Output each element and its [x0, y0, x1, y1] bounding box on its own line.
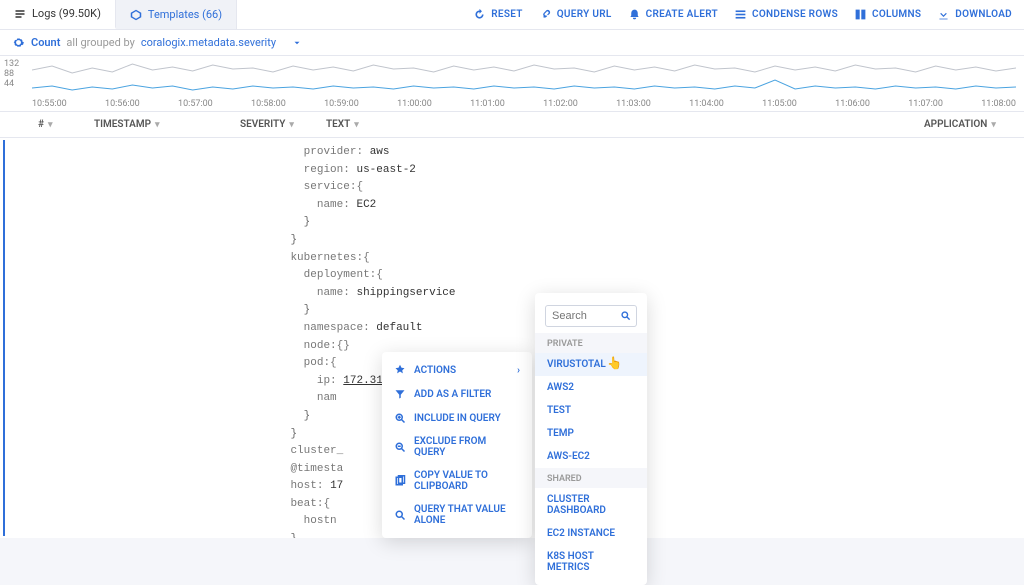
group-bar: Count all grouped by coralogix.metadata.… — [0, 30, 1024, 56]
ctx-copy[interactable]: COPY VALUE TO CLIPBOARD — [382, 464, 532, 498]
ctx-add-filter[interactable]: ADD AS A FILTER — [382, 382, 532, 406]
toolbar: RESET QUERY URL CREATE ALERT CONDENSE RO… — [473, 8, 1024, 21]
severity-bar — [3, 140, 5, 536]
col-text[interactable]: TEXT▾ — [316, 119, 914, 130]
create-alert-button[interactable]: CREATE ALERT — [628, 8, 718, 21]
tabs: Logs (99.50K) Templates (66) — [0, 0, 237, 29]
templates-icon — [130, 9, 142, 21]
zoom-out-icon — [394, 441, 406, 453]
link-icon — [539, 8, 552, 21]
context-menu: ACTIONS › ADD AS A FILTER INCLUDE IN QUE… — [382, 352, 532, 538]
submenu-section-private: PRIVATE — [535, 333, 647, 353]
tab-templates-label: Templates (66) — [148, 8, 222, 21]
tab-templates[interactable]: Templates (66) — [116, 0, 237, 29]
ctx-actions[interactable]: ACTIONS › — [382, 358, 532, 382]
submenu-test[interactable]: TEST — [535, 399, 647, 422]
actions-icon — [394, 364, 406, 376]
create-alert-label: CREATE ALERT — [646, 9, 718, 20]
submenu-k8s[interactable]: K8S HOST METRICS — [535, 545, 647, 579]
submenu-aws2[interactable]: AWS2 — [535, 376, 647, 399]
reset-button[interactable]: RESET — [473, 8, 522, 21]
submenu-section-shared: SHARED — [535, 468, 647, 488]
timeline-chart[interactable]: 132 88 44 10:55:0010:56:0010:57:0010:58:… — [0, 56, 1024, 112]
filter-icon — [394, 388, 406, 400]
condense-label: CONDENSE ROWS — [752, 9, 838, 20]
submenu-awsec2[interactable]: AWS-EC2 — [535, 445, 647, 468]
columns-button[interactable]: COLUMNS — [854, 8, 921, 21]
chevron-right-icon: › — [517, 365, 520, 376]
chart-svg — [32, 58, 1016, 98]
col-num[interactable]: #▾ — [28, 119, 84, 130]
gear-icon[interactable] — [12, 36, 25, 49]
download-button[interactable]: DOWNLOAD — [937, 8, 1012, 21]
submenu-ec2[interactable]: EC2 INSTANCE — [535, 522, 647, 545]
columns-label: COLUMNS — [872, 9, 921, 20]
search-icon — [394, 509, 406, 521]
y-axis-labels: 132 88 44 — [4, 60, 19, 90]
query-url-button[interactable]: QUERY URL — [539, 8, 612, 21]
col-timestamp[interactable]: TIMESTAMP▾ — [84, 119, 230, 130]
condense-icon — [734, 8, 747, 21]
table-header: #▾ TIMESTAMP▾ SEVERITY▾ TEXT▾ APPLICATIO… — [0, 112, 1024, 138]
col-severity[interactable]: SEVERITY▾ — [230, 119, 316, 130]
download-icon — [937, 8, 950, 21]
submenu-temp[interactable]: TEMP — [535, 422, 647, 445]
group-count[interactable]: Count — [31, 36, 60, 49]
submenu-search — [535, 299, 647, 333]
x-axis-labels: 10:55:0010:56:0010:57:0010:58:0010:59:00… — [32, 99, 1016, 109]
download-label: DOWNLOAD — [955, 9, 1012, 20]
logs-icon — [14, 8, 26, 20]
reset-icon — [473, 8, 486, 21]
ctx-exclude[interactable]: EXCLUDE FROM QUERY — [382, 430, 532, 464]
query-url-label: QUERY URL — [557, 9, 612, 20]
zoom-in-icon — [394, 412, 406, 424]
condense-rows-button[interactable]: CONDENSE ROWS — [734, 8, 838, 21]
copy-icon — [394, 475, 406, 487]
actions-submenu: PRIVATE VIRUSTOTAL AWS2 TEST TEMP AWS-EC… — [535, 293, 647, 585]
reset-label: RESET — [491, 9, 522, 20]
tab-logs[interactable]: Logs (99.50K) — [0, 0, 116, 29]
ctx-include[interactable]: INCLUDE IN QUERY — [382, 406, 532, 430]
group-text: all grouped by — [66, 36, 134, 49]
group-metadata[interactable]: coralogix.metadata.severity — [141, 36, 276, 49]
col-application[interactable]: APPLICATION▾ — [914, 119, 1024, 130]
submenu-cluster[interactable]: CLUSTER DASHBOARD — [535, 488, 647, 522]
top-bar: Logs (99.50K) Templates (66) RESET QUERY… — [0, 0, 1024, 30]
columns-icon — [854, 8, 867, 21]
ctx-query-alone[interactable]: QUERY THAT VALUE ALONE — [382, 498, 532, 532]
tab-logs-label: Logs (99.50K) — [32, 7, 101, 20]
submenu-virustotal[interactable]: VIRUSTOTAL — [535, 353, 647, 376]
chevron-down-icon[interactable] — [292, 38, 302, 48]
bell-icon — [628, 8, 641, 21]
search-icon — [620, 310, 631, 321]
